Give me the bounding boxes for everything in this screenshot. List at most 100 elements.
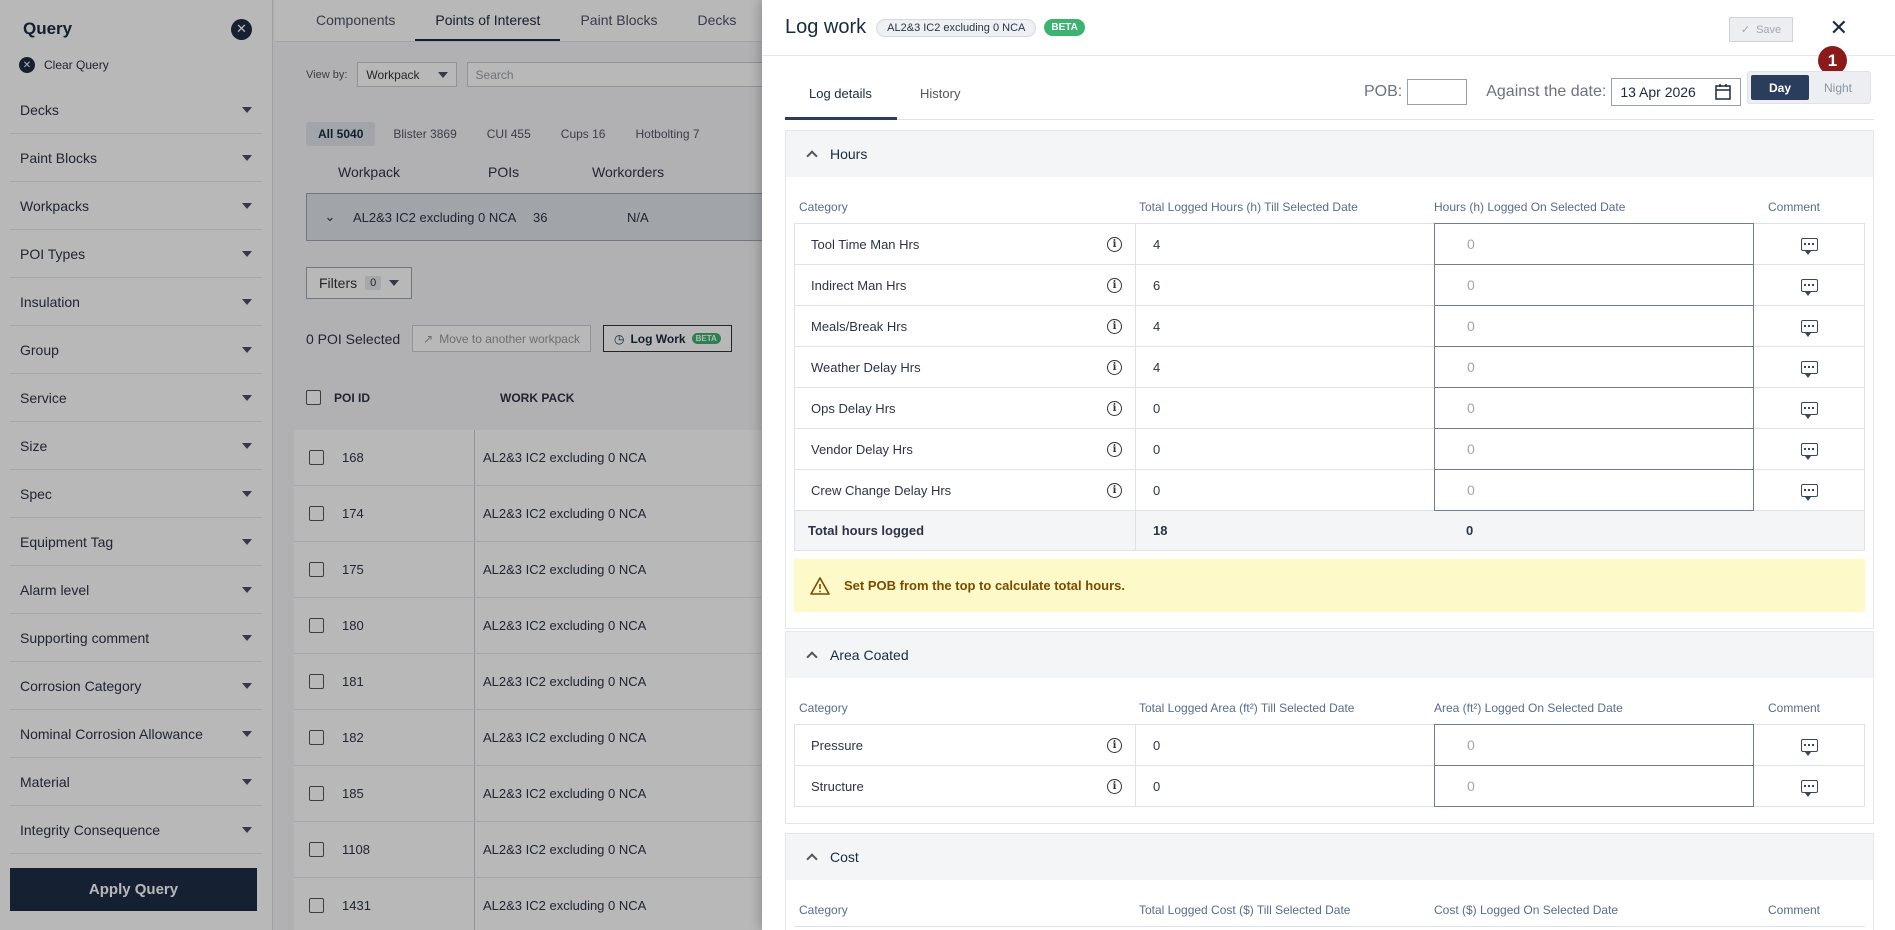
category-label: Crew Change Delay Hrs xyxy=(811,482,952,498)
cost-section-header[interactable]: Cost xyxy=(786,834,1873,880)
pob-input[interactable] xyxy=(1407,79,1468,105)
table-row: Weather Delay Hrs i 4 0 xyxy=(794,346,1865,388)
chevron-up-icon xyxy=(806,150,818,162)
info-icon[interactable]: i xyxy=(1107,359,1122,375)
category-cell: Crew Change Delay Hrs i xyxy=(795,470,1136,510)
table-row: Tool Time Man Hrs i 4 0 xyxy=(794,223,1865,265)
comment-icon[interactable] xyxy=(1800,401,1818,419)
col-category: Category xyxy=(799,701,848,715)
table-row: Vendor Delay Hrs i 0 0 xyxy=(794,428,1865,470)
info-icon[interactable]: i xyxy=(1107,778,1122,794)
info-icon[interactable]: i xyxy=(1107,441,1122,457)
total-logged-value: 0 xyxy=(1153,400,1161,416)
info-icon[interactable]: i xyxy=(1107,482,1122,498)
input-placeholder: 0 xyxy=(1467,277,1475,293)
save-label: Save xyxy=(1756,23,1782,36)
comment-icon[interactable] xyxy=(1800,779,1818,797)
logged-input[interactable]: 0 xyxy=(1434,223,1754,265)
logged-input[interactable]: 0 xyxy=(1434,264,1754,306)
area-section-header[interactable]: Area Coated xyxy=(786,632,1873,678)
comment-icon[interactable] xyxy=(1800,278,1818,296)
table-row: Ops Delay Hrs i 0 0 xyxy=(794,387,1865,429)
category-cell: Tool Time Man Hrs i xyxy=(795,224,1136,264)
hours-title: Hours xyxy=(830,146,868,162)
calendar-icon xyxy=(1715,84,1732,100)
comment-cell xyxy=(1754,766,1864,806)
area-section: Area Coated Category Total Logged Area (… xyxy=(785,631,1874,824)
col-comment: Comment xyxy=(1768,701,1821,715)
table-row: Pressure i 0 0 xyxy=(794,724,1865,766)
comment-icon[interactable] xyxy=(1800,738,1818,756)
category-cell: Meals/Break Hrs i xyxy=(795,306,1136,346)
total-label: Total hours logged xyxy=(795,511,1136,550)
comment-icon[interactable] xyxy=(1800,237,1818,255)
col-category: Category xyxy=(799,903,848,917)
logged-input[interactable]: 0 xyxy=(1434,346,1754,388)
logged-input[interactable]: 0 xyxy=(1434,305,1754,347)
cost-title: Cost xyxy=(830,849,859,865)
category-cell: Vendor Delay Hrs i xyxy=(795,429,1136,469)
cost-section: Cost Category Total Logged Cost ($) Till… xyxy=(785,833,1874,930)
drawer-title: Log work xyxy=(785,16,867,38)
col-comment: Comment xyxy=(1768,903,1821,917)
comment-icon[interactable] xyxy=(1800,442,1818,460)
col-total: Total Logged Area (ft²) Till Selected Da… xyxy=(1139,701,1355,715)
col-comment: Comment xyxy=(1768,200,1821,214)
table-row: Indirect Man Hrs i 6 0 xyxy=(794,264,1865,306)
category-cell: Pressure i xyxy=(795,725,1136,765)
category-cell: Indirect Man Hrs i xyxy=(795,265,1136,305)
tab-log-details[interactable]: Log details xyxy=(809,86,872,101)
logged-input[interactable]: 0 xyxy=(1434,428,1754,470)
date-picker[interactable]: 13 Apr 2026 xyxy=(1611,78,1742,106)
hours-section-header[interactable]: Hours xyxy=(786,131,1873,177)
category-label: Vendor Delay Hrs xyxy=(811,441,913,457)
total-value: 18 xyxy=(1153,523,1168,538)
comment-icon[interactable] xyxy=(1800,319,1818,337)
log-work-drawer: Log work AL2&3 IC2 excluding 0 NCA BETA … xyxy=(762,0,1895,930)
info-icon[interactable]: i xyxy=(1107,737,1122,753)
comment-icon[interactable] xyxy=(1800,483,1818,501)
comment-cell xyxy=(1754,265,1864,305)
col-selected: Area (ft²) Logged On Selected Date xyxy=(1434,701,1623,715)
comment-icon[interactable] xyxy=(1800,360,1818,378)
close-drawer-icon[interactable]: ✕ xyxy=(1830,15,1848,41)
col-total: Total Logged Cost ($) Till Selected Date xyxy=(1139,903,1351,917)
logged-input[interactable]: 0 xyxy=(1434,387,1754,429)
date-label: Against the date: xyxy=(1486,83,1607,100)
total-logged-value: 4 xyxy=(1153,359,1161,375)
total-logged-value: 4 xyxy=(1153,236,1161,252)
comment-cell xyxy=(1754,470,1864,510)
warning-text: Set POB from the top to calculate total … xyxy=(844,578,1125,593)
info-icon[interactable]: i xyxy=(1107,236,1122,252)
day-option[interactable]: Day xyxy=(1751,75,1809,100)
category-label: Ops Delay Hrs xyxy=(811,400,896,416)
cost-table xyxy=(794,926,1865,927)
area-table: Pressure i 0 0 Structure i 0 0 xyxy=(794,724,1865,807)
info-icon[interactable]: i xyxy=(1107,277,1122,293)
col-selected: Cost ($) Logged On Selected Date xyxy=(1434,903,1619,917)
category-cell: Ops Delay Hrs i xyxy=(795,388,1136,428)
info-icon[interactable]: i xyxy=(1107,400,1122,416)
comment-cell xyxy=(1754,306,1864,346)
input-placeholder: 0 xyxy=(1467,400,1475,416)
input-placeholder: 0 xyxy=(1467,236,1475,252)
input-placeholder: 0 xyxy=(1467,441,1475,457)
total-logged-value: 0 xyxy=(1153,441,1161,457)
cost-columns: Category Total Logged Cost ($) Till Sele… xyxy=(786,880,1873,926)
comment-cell xyxy=(1754,429,1864,469)
input-placeholder: 0 xyxy=(1467,359,1475,375)
tab-history[interactable]: History xyxy=(920,86,960,101)
save-button[interactable]: ✓ Save xyxy=(1729,17,1793,42)
input-placeholder: 0 xyxy=(1467,778,1475,794)
night-option[interactable]: Night xyxy=(1809,75,1867,100)
logged-input[interactable]: 0 xyxy=(1434,469,1754,511)
total-logged-value: 0 xyxy=(1153,778,1161,794)
logged-input[interactable]: 0 xyxy=(1434,724,1754,766)
category-label: Meals/Break Hrs xyxy=(811,318,908,334)
area-columns: Category Total Logged Area (ft²) Till Se… xyxy=(786,678,1873,724)
hours-total-row: Total hours logged 18 0 xyxy=(794,511,1865,551)
day-night-toggle: Day Night xyxy=(1747,71,1871,104)
info-icon[interactable]: i xyxy=(1107,318,1122,334)
total-logged-value: 4 xyxy=(1153,318,1161,334)
logged-input[interactable]: 0 xyxy=(1434,765,1754,807)
